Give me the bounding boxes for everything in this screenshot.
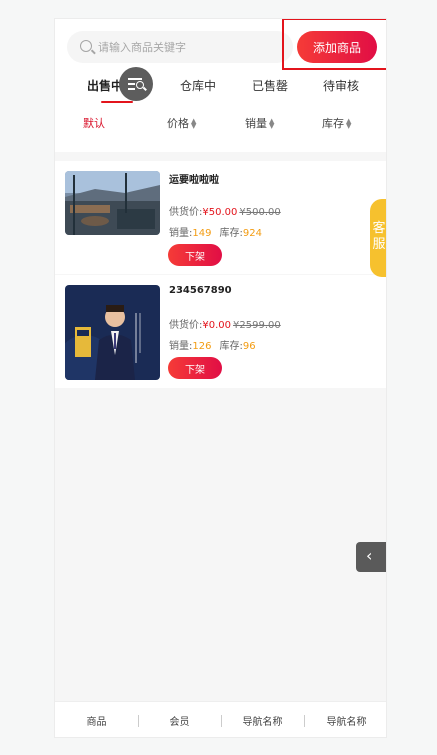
sort-price[interactable]: 价格 ▲ ▼ [167, 115, 196, 131]
add-product-button[interactable]: 添加商品 [297, 31, 377, 63]
nav-item-4[interactable]: 导航名称 [305, 713, 386, 728]
product-image [65, 285, 160, 380]
product-image [65, 171, 160, 235]
search-icon [80, 40, 92, 52]
header-panel: 请输入商品关键字 添加商品 出售中 仓库中 已售罄 待审核 默认 价格 ▲ ▼ 销量… [55, 19, 386, 152]
search-input[interactable]: 请输入商品关键字 [67, 31, 293, 63]
delist-button[interactable]: 下架 [168, 357, 222, 379]
sort-arrows-icon: ▲ ▼ [191, 117, 197, 130]
tab-sold-out[interactable]: 已售罄 [235, 77, 305, 94]
sort-sales[interactable]: 销量 ▲ ▼ [245, 115, 274, 131]
search-icon [136, 81, 144, 89]
product-stats: 销量:126 库存:96 [169, 341, 256, 352]
sort-bar: 默认 价格 ▲ ▼ 销量 ▲ ▼ 库存 ▲ ▼ [55, 115, 386, 135]
customer-service-button[interactable]: 客服 [370, 199, 386, 277]
nav-item-members[interactable]: 会员 [138, 713, 221, 728]
app-frame: 请输入商品关键字 添加商品 出售中 仓库中 已售罄 待审核 默认 价格 ▲ ▼ 销量… [54, 18, 387, 738]
list-icon [128, 78, 142, 80]
product-card[interactable]: 运要啦啦啦 供货价:¥50.00 ¥500.00 销量:149 库存:924 下架 [55, 161, 386, 274]
nav-item-products[interactable]: 商品 [55, 713, 138, 728]
sort-arrows-icon: ▲ ▼ [346, 117, 352, 130]
product-stats: 销量:149 库存:924 [169, 228, 262, 239]
sort-stock[interactable]: 库存 ▲ ▼ [322, 115, 351, 131]
bottom-nav: 商品 会员 导航名称 导航名称 [55, 701, 386, 737]
sort-default[interactable]: 默认 [83, 115, 105, 131]
chevron-left-icon: ‹ [366, 546, 373, 565]
tab-pending[interactable]: 待审核 [306, 77, 376, 94]
product-price: 供货价:¥0.00 ¥2599.00 [169, 320, 281, 331]
product-card[interactable]: 234567890 供货价:¥0.00 ¥2599.00 销量:126 库存:96 … [55, 275, 386, 388]
nav-item-3[interactable]: 导航名称 [221, 713, 304, 728]
status-tabs: 出售中 仓库中 已售罄 待审核 [55, 77, 386, 107]
product-price: 供货价:¥50.00 ¥500.00 [169, 207, 281, 218]
sort-arrows-icon: ▲ ▼ [269, 117, 275, 130]
search-placeholder: 请输入商品关键字 [98, 41, 186, 54]
product-name: 234567890 [169, 285, 232, 296]
active-tab-indicator [101, 101, 133, 103]
product-name: 运要啦啦啦 [169, 175, 219, 186]
delist-button[interactable]: 下架 [168, 244, 222, 266]
collapse-button[interactable]: ‹ [356, 542, 386, 572]
filter-search-button[interactable] [119, 67, 153, 101]
tab-warehouse[interactable]: 仓库中 [163, 77, 233, 94]
